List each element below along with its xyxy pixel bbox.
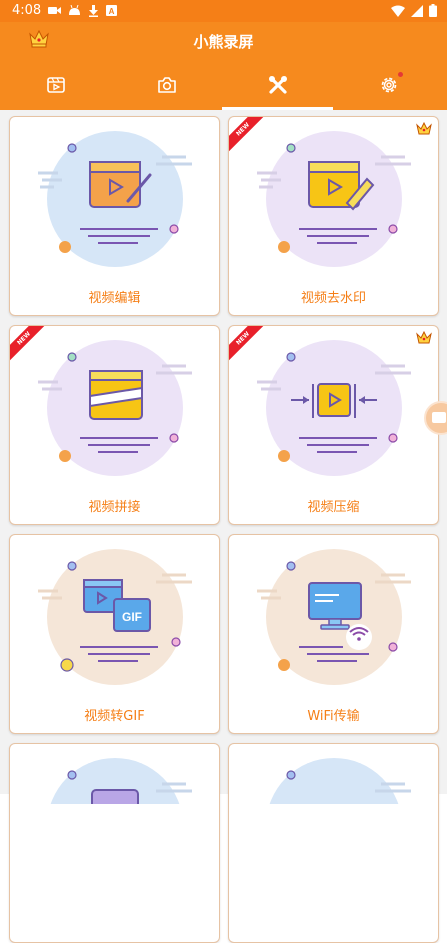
tools-icon — [268, 76, 287, 94]
status-system-icons — [391, 4, 437, 17]
new-ribbon: NEW — [229, 117, 269, 157]
status-bar: 4:08 A — [0, 0, 447, 22]
app-bar: 小熊录屏 — [0, 22, 447, 60]
tool-card-wifi-transfer[interactable]: WiFi传输 — [228, 534, 439, 734]
wifi-transfer-illustration — [257, 549, 411, 685]
tab-settings[interactable] — [333, 60, 444, 110]
tool-card-video-edit[interactable]: 视频编辑 — [9, 116, 220, 316]
video-edit-illustration — [38, 131, 192, 267]
tool-card-video-to-gif[interactable]: GIF 视频转GIF — [9, 534, 220, 734]
tool-label: WiFi传输 — [307, 709, 360, 724]
tools-grid: 视频编辑 NEW 视频去水印 NEW 视频拼接 NEW 视频压缩 GIF 视频转… — [0, 110, 447, 943]
tool-card-video-merge[interactable]: NEW 视频拼接 — [9, 325, 220, 525]
new-ribbon: NEW — [229, 326, 269, 366]
tool-card-partial-left[interactable] — [9, 743, 220, 943]
signal-icon — [411, 4, 423, 17]
camera-icon — [157, 77, 176, 93]
tool-label: 视频压缩 — [307, 500, 360, 515]
tab-videos[interactable] — [0, 60, 111, 110]
vip-crown-icon — [416, 330, 432, 349]
tool-card-remove-watermark[interactable]: NEW 视频去水印 — [228, 116, 439, 316]
video-camera-icon — [48, 7, 61, 14]
tab-screenshots[interactable] — [111, 60, 222, 110]
new-badge: NEW — [10, 326, 50, 364]
wifi-icon — [391, 5, 405, 17]
tool-card-partial-right[interactable] — [228, 743, 439, 943]
app-title: 小熊录屏 — [193, 33, 254, 51]
video-clip-icon — [46, 77, 65, 93]
tool-card-video-compress[interactable]: NEW 视频压缩 — [228, 325, 439, 525]
tool-label: 视频拼接 — [88, 500, 141, 515]
tool-label: 视频转GIF — [84, 709, 145, 724]
download-icon — [89, 5, 98, 17]
settings-gear-icon — [381, 77, 396, 93]
new-ribbon: NEW — [10, 326, 50, 366]
notification-dot — [398, 72, 403, 77]
new-badge: NEW — [229, 117, 269, 155]
status-time: 4:08 — [12, 3, 42, 18]
tool-label: 视频编辑 — [88, 291, 141, 306]
android-icon — [69, 5, 80, 15]
tab-tools[interactable] — [222, 60, 333, 110]
vip-crown-icon — [416, 121, 432, 140]
new-badge: NEW — [229, 326, 269, 364]
battery-icon — [429, 4, 437, 17]
video-to-gif-illustration: GIF — [38, 549, 192, 685]
partial-illustration — [50, 758, 192, 804]
gif-badge: GIF — [122, 610, 142, 624]
font-app-icon: A — [106, 5, 117, 16]
svg-text:A: A — [109, 7, 115, 16]
tab-bar — [0, 60, 447, 110]
tool-label: 视频去水印 — [300, 291, 366, 306]
status-notification-icons: A — [48, 5, 117, 17]
partial-illustration — [269, 758, 411, 804]
record-camera-icon — [432, 412, 446, 423]
